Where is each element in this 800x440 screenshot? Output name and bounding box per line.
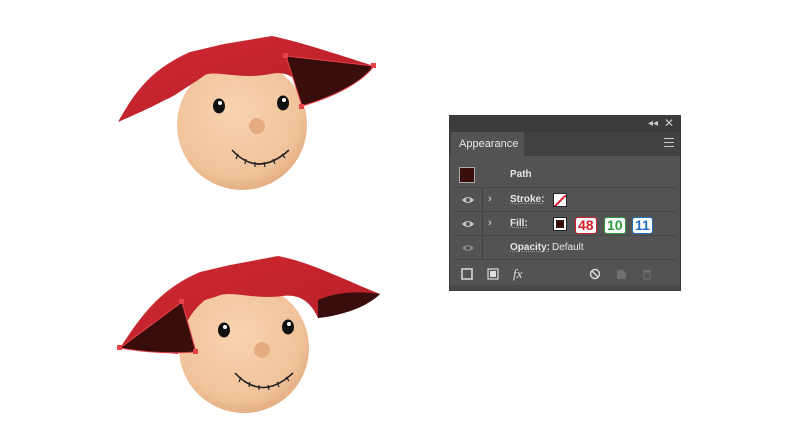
panel-title-bar[interactable]: ◂◂ ✕ <box>450 116 680 132</box>
fx-icon[interactable]: fx <box>513 266 522 282</box>
panel-menu-icon[interactable] <box>664 138 674 147</box>
top-left-eye-highlight <box>218 101 222 105</box>
bottom-anchor-1[interactable] <box>179 299 184 304</box>
chevron-right-icon[interactable]: › <box>488 188 492 211</box>
stroke-row[interactable]: › Stroke: <box>454 188 676 212</box>
fill-g-value: 10 <box>604 217 626 234</box>
eye-icon[interactable] <box>462 244 474 252</box>
fill-b-value: 11 <box>632 217 653 234</box>
stroke-swatch-none[interactable] <box>553 193 567 207</box>
top-nose <box>249 118 265 134</box>
eye-icon[interactable] <box>462 220 474 228</box>
chevron-right-icon[interactable]: › <box>488 212 492 235</box>
duplicate-icon[interactable] <box>615 268 627 280</box>
bottom-anchor-2[interactable] <box>117 345 122 350</box>
collapse-panel-button[interactable]: ◂◂ <box>648 117 658 131</box>
fill-row[interactable]: › Fill: 48 10 11 <box>454 212 676 236</box>
panel-resize-grip[interactable] <box>450 285 680 290</box>
opacity-label[interactable]: Opacity: <box>510 236 550 260</box>
top-character[interactable] <box>118 36 376 190</box>
clear-icon[interactable] <box>589 268 601 280</box>
fill-label[interactable]: Fill: <box>510 212 528 236</box>
bottom-right-eye <box>282 319 294 335</box>
fill-color-swatch[interactable] <box>553 217 567 231</box>
opacity-row[interactable]: Opacity: Default <box>454 236 676 260</box>
row-divider <box>482 236 483 259</box>
path-thumbnail <box>459 167 475 183</box>
new-stroke-icon[interactable] <box>461 268 473 280</box>
bottom-character[interactable] <box>117 256 380 413</box>
appearance-panel: ◂◂ ✕ Appearance Path › Stroke: › Fill: 4… <box>449 115 681 291</box>
top-right-eye-highlight <box>282 98 286 102</box>
panel-tab-row: Appearance <box>450 132 680 156</box>
row-divider <box>482 188 483 211</box>
panel-bottom-toolbar: fx <box>450 263 680 285</box>
trash-icon[interactable] <box>641 268 653 280</box>
top-right-eye <box>277 95 289 111</box>
top-anchor-2[interactable] <box>371 63 376 68</box>
top-anchor-1[interactable] <box>283 53 288 58</box>
tab-appearance[interactable]: Appearance <box>451 132 524 156</box>
top-left-eye <box>213 98 225 114</box>
row-divider <box>482 212 483 235</box>
bottom-nose <box>254 342 270 358</box>
top-anchor-3[interactable] <box>299 104 304 109</box>
stroke-label[interactable]: Stroke: <box>510 188 544 212</box>
eye-icon[interactable] <box>462 196 474 204</box>
bottom-left-eye <box>218 322 230 338</box>
opacity-value: Default <box>552 242 584 253</box>
close-panel-button[interactable]: ✕ <box>664 116 674 131</box>
target-path-row[interactable]: Path <box>454 163 676 188</box>
bottom-anchor-3[interactable] <box>193 349 198 354</box>
new-fill-icon[interactable] <box>487 268 499 280</box>
bottom-left-eye-highlight <box>223 325 227 329</box>
fill-r-value: 48 <box>575 217 597 234</box>
no-stroke-slash-icon <box>554 194 566 206</box>
target-label: Path <box>510 169 532 180</box>
bottom-right-eye-highlight <box>287 322 291 326</box>
